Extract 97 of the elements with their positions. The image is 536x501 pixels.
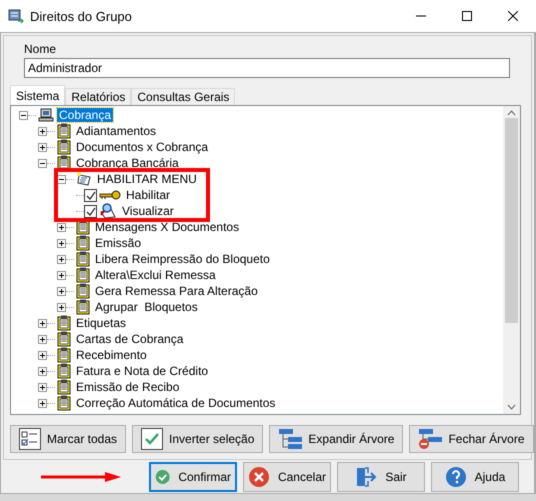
field-label: Nome xyxy=(24,42,58,56)
clipboard-icon xyxy=(76,299,90,315)
tree-item[interactable]: Cobrança xyxy=(57,108,114,122)
clipboard-icon xyxy=(57,363,71,379)
key-icon xyxy=(99,190,121,200)
plus-icon xyxy=(58,224,65,230)
collapse-toggle[interactable] xyxy=(57,174,66,184)
tree-action-button[interactable]: Expandir Árvore xyxy=(269,425,404,453)
tree-item[interactable]: Recebimento xyxy=(74,348,149,362)
window-title: Direitos do Grupo xyxy=(30,8,133,24)
maximize-icon xyxy=(462,11,472,21)
clipboard-icon xyxy=(57,139,71,155)
plus-icon xyxy=(39,320,46,326)
tree-item[interactable]: Habilitar xyxy=(124,188,172,202)
tree-item[interactable]: Libera Reimpressão do Bloqueto xyxy=(93,252,272,266)
tree-item[interactable]: Correção Automática de Documentos xyxy=(74,396,278,410)
tab[interactable]: Consultas Gerais xyxy=(131,88,236,105)
expand-toggle[interactable] xyxy=(38,382,47,392)
app-icon xyxy=(8,8,24,24)
clipboard-icon xyxy=(57,347,71,363)
plus-icon xyxy=(58,272,65,278)
tab[interactable]: Sistema xyxy=(10,85,66,105)
tree-item[interactable]: Cartas de Cobrança xyxy=(74,332,186,346)
tree-item[interactable]: Emissão xyxy=(93,236,144,250)
tree-item[interactable]: Adiantamentos xyxy=(74,124,158,138)
tree-icon xyxy=(278,428,302,450)
tree-item[interactable]: Mensagens X Documentos xyxy=(93,220,242,234)
plus-icon xyxy=(39,368,46,374)
tab[interactable]: Relatórios xyxy=(65,88,132,105)
clipboard-icon xyxy=(57,331,71,347)
tree-item[interactable]: Visualizar xyxy=(120,204,176,218)
check-icon xyxy=(141,428,164,450)
name-field[interactable]: Administrador xyxy=(24,58,510,78)
magnifier-icon xyxy=(99,203,117,219)
plus-icon xyxy=(58,288,65,294)
collapse-toggle[interactable] xyxy=(19,110,28,120)
plus-icon xyxy=(39,352,46,358)
tree-item[interactable]: Agrupar Bloquetos xyxy=(93,300,200,314)
scroll-up-icon xyxy=(507,110,516,116)
clipboard-icon xyxy=(76,219,90,235)
help-icon xyxy=(444,466,467,488)
plus-icon xyxy=(39,144,46,150)
plus-icon xyxy=(39,336,46,342)
expand-toggle[interactable] xyxy=(57,270,66,280)
dialog-button[interactable]: Sair xyxy=(337,462,425,492)
expand-toggle[interactable] xyxy=(38,334,47,344)
clipboard-icon xyxy=(76,251,90,267)
dialog-button[interactable]: Ajuda xyxy=(431,462,519,492)
plus-icon xyxy=(58,256,65,262)
expand-toggle[interactable] xyxy=(57,302,66,312)
expand-toggle[interactable] xyxy=(57,254,66,264)
clipboard-icon xyxy=(76,235,90,251)
tree-item[interactable]: Gera Remessa Para Alteração xyxy=(93,284,260,298)
tree-action-button[interactable]: Inverter seleção xyxy=(132,425,264,453)
expand-toggle[interactable] xyxy=(57,286,66,296)
plus-icon xyxy=(39,128,46,134)
plus-icon xyxy=(58,304,65,310)
scroll-down-icon xyxy=(507,404,516,410)
clipboard-icon xyxy=(57,123,71,139)
checkbox[interactable] xyxy=(84,188,97,202)
menu-icon xyxy=(76,172,92,186)
clipboard-icon xyxy=(76,267,90,283)
expand-toggle[interactable] xyxy=(38,398,47,408)
computer-icon xyxy=(38,108,54,122)
close-icon xyxy=(508,11,518,21)
cancel-icon xyxy=(248,466,270,488)
exit-door-icon xyxy=(355,466,378,488)
expand-toggle[interactable] xyxy=(38,318,47,328)
plus-icon xyxy=(58,240,65,246)
expand-toggle[interactable] xyxy=(57,222,66,232)
tree-collapse-icon xyxy=(418,428,442,450)
tree-item[interactable]: Fatura e Nota de Crédito xyxy=(74,364,210,378)
clipboard-icon xyxy=(57,395,71,411)
dialog-button[interactable]: Cancelar xyxy=(243,462,331,492)
tree-action-button[interactable]: Fechar Árvore xyxy=(409,425,534,453)
clipboard-icon xyxy=(76,283,90,299)
tree-item[interactable]: Etiquetas xyxy=(74,316,128,330)
expand-toggle[interactable] xyxy=(38,350,47,360)
tree-item[interactable]: HABILITAR MENU xyxy=(95,172,199,186)
checkbox[interactable] xyxy=(84,204,97,218)
tree-item[interactable]: Altera\Exclui Remessa xyxy=(93,268,218,282)
plus-icon xyxy=(39,400,46,406)
expand-toggle[interactable] xyxy=(38,366,47,376)
dialog-button[interactable]: Confirmar xyxy=(149,462,237,492)
expand-toggle[interactable] xyxy=(38,142,47,152)
expand-toggle[interactable] xyxy=(57,238,66,248)
clipboard-icon xyxy=(57,315,71,331)
plus-icon xyxy=(39,384,46,390)
checklist-icon xyxy=(19,428,41,450)
clipboard-icon xyxy=(57,379,71,395)
expand-toggle[interactable] xyxy=(38,126,47,136)
tree-action-button[interactable]: Marcar todas xyxy=(10,425,126,453)
tree-item[interactable]: Documentos x Cobrança xyxy=(74,140,210,154)
collapse-toggle[interactable] xyxy=(38,158,47,168)
tree-item[interactable]: Cobrança Bancária xyxy=(74,156,181,170)
scrollbar[interactable] xyxy=(503,106,520,414)
tree-item[interactable]: Emissão de Recibo xyxy=(74,380,182,394)
